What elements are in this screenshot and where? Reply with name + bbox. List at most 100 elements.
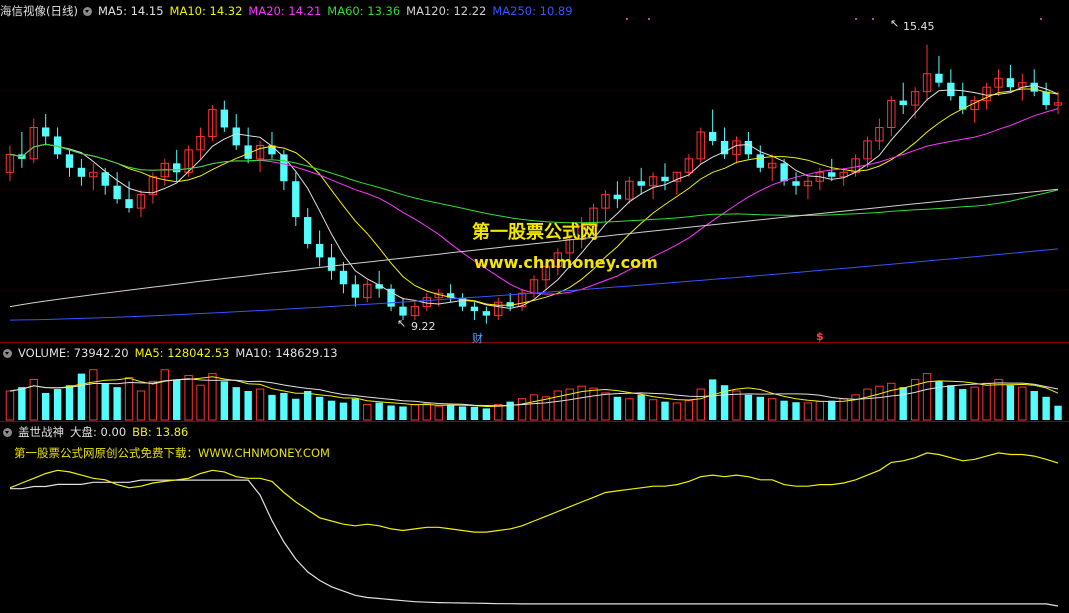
volume-bar [887, 382, 896, 421]
volume-bar [803, 402, 813, 421]
candle-body [339, 270, 348, 285]
volume-bar [1042, 396, 1050, 420]
volume-bar [220, 381, 229, 420]
dropdown-icon[interactable] [3, 349, 12, 358]
volume-bar [173, 379, 181, 420]
promo-text: 第一股票公式网原创公式免费下载：WWW.CHNMONEY.COM [14, 446, 330, 460]
high-arrow-icon: ↖ [890, 17, 900, 30]
stock-title: 海信视像(日线) [0, 4, 78, 18]
chart-canvas [0, 18, 1069, 607]
volume-value-2: MA10: 148629.13 [235, 346, 338, 360]
volume-bar [244, 391, 252, 420]
volume-bar [863, 388, 872, 421]
candle-body [828, 172, 836, 177]
candle-body [220, 109, 229, 128]
candle-body [708, 131, 717, 141]
candle-body [280, 154, 288, 182]
volume-bar [5, 390, 15, 421]
volume-value-0: VOLUME: 73942.20 [18, 346, 129, 360]
volume-bar [65, 385, 74, 420]
dividend-event-marker[interactable]: $ [816, 330, 824, 343]
volume-bar [982, 382, 991, 421]
dropdown-icon[interactable] [82, 7, 92, 16]
ma-line-ma10 [9, 88, 1059, 306]
low-price-label: 9.22 [411, 320, 436, 333]
indicator-value-0: 盖世战神 [18, 425, 64, 439]
volume-bar [232, 387, 240, 420]
candle-body [65, 154, 74, 168]
candle-body [899, 100, 907, 106]
candle-body [399, 306, 407, 316]
volume-bar [732, 390, 741, 421]
candle-body [1006, 78, 1015, 88]
volume-bar [720, 385, 729, 420]
volume-bar [184, 375, 193, 421]
volume-bar [672, 402, 682, 421]
high-price-label: 15.45 [903, 20, 935, 33]
volume-bar [89, 369, 98, 421]
dropdown-icon[interactable] [3, 428, 12, 437]
volume-bar [959, 389, 967, 420]
volume-bar [41, 392, 50, 420]
volume-bar [839, 398, 848, 421]
candle-body [756, 154, 764, 168]
signal-dot [872, 18, 874, 20]
volume-bar [113, 387, 121, 420]
candle-body [470, 306, 479, 312]
volume-bar [1030, 391, 1038, 420]
volume-bar [280, 392, 288, 420]
volume-bar [327, 400, 336, 420]
volume-bar [101, 383, 109, 420]
candle-body [744, 140, 753, 155]
volume-bar [292, 398, 300, 420]
ma-value-3: MA60: 13.36 [327, 4, 401, 18]
ma-value-5: MA250: 10.89 [492, 4, 573, 18]
volume-bar [255, 388, 265, 421]
volume-bar [410, 404, 420, 421]
volume-values: VOLUME: 73942.20 MA5: 128042.53 MA10: 1486… [18, 346, 344, 360]
volume-bar [553, 390, 563, 421]
volume-bar [148, 380, 158, 421]
volume-bar [351, 398, 360, 420]
signal-dot [855, 18, 857, 20]
main-header: 海信视像(日线) MA5: 14.15 MA10: 14.32 MA20: 14.21… [0, 3, 579, 19]
volume-bar [304, 391, 312, 420]
volume-bar [196, 384, 205, 421]
volume-bar [339, 402, 348, 420]
volume-bar [506, 401, 514, 420]
candle-body [113, 185, 121, 200]
volume-bar [18, 387, 26, 420]
volume-bar [136, 390, 146, 421]
indicator-line-bb [9, 452, 1059, 533]
volume-bar [815, 400, 825, 421]
volume-bar [517, 398, 527, 421]
volume-bar [601, 392, 610, 421]
signal-dot [648, 18, 650, 20]
candle-body [792, 181, 800, 186]
volume-bar [947, 385, 955, 420]
volume-bar [363, 404, 372, 421]
volume-bar [124, 376, 134, 421]
volume-header: VOLUME: 73942.20 MA5: 128042.53 MA10: 1486… [0, 345, 344, 361]
indicator-value-2: BB: 13.86 [132, 425, 189, 439]
volume-bar [970, 386, 979, 421]
volume-bar [828, 400, 836, 420]
candle-body [1042, 91, 1050, 106]
ma-line-ma5 [9, 84, 1059, 309]
candle-body [482, 311, 491, 316]
volume-bar [875, 385, 884, 421]
volume-bar [684, 400, 694, 421]
candle-body [304, 217, 312, 244]
candle-body [101, 172, 109, 186]
ma-value-4: MA120: 12.22 [406, 4, 487, 18]
finance-event-marker[interactable]: 财 [472, 330, 483, 346]
volume-bar [77, 373, 86, 420]
candle-body [327, 257, 336, 271]
candle-body [661, 176, 669, 182]
signal-dot [626, 18, 628, 20]
volume-bar [458, 406, 467, 420]
candle-body [292, 181, 300, 218]
volume-bar [613, 396, 622, 420]
volume-bar [268, 394, 276, 420]
low-arrow-icon: ↖ [397, 317, 407, 330]
